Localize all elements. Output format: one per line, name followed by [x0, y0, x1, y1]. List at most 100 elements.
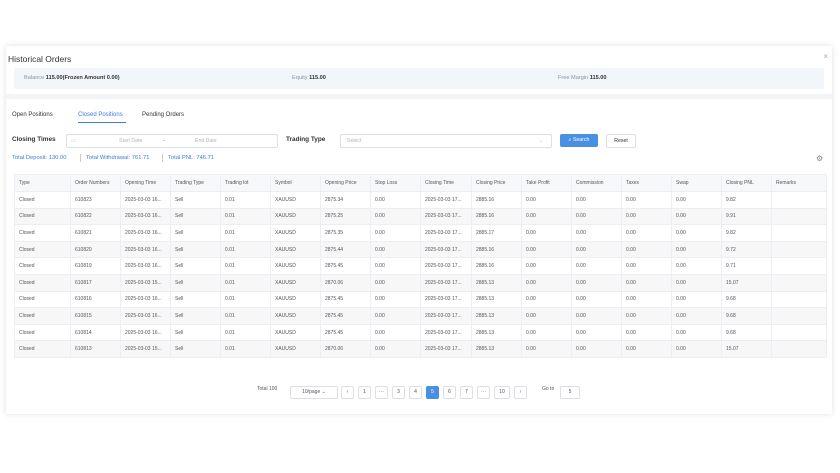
table-cell: 0.00 — [571, 290, 622, 309]
table-cell: 2875.45 — [320, 307, 371, 325]
column-header: Order Numbers — [70, 174, 121, 192]
table-cell: 610820 — [70, 240, 121, 259]
page-button[interactable]: 6 — [443, 386, 456, 399]
tab-closed-positions[interactable]: Closed Positions — [78, 112, 123, 118]
table-cell: 0.00 — [621, 323, 672, 342]
goto-page-input[interactable]: 5 — [560, 386, 580, 399]
table-cell: 0.00 — [571, 273, 622, 292]
trading-type-select[interactable]: Select ⌄ — [340, 134, 552, 148]
table-cell: 0.00 — [571, 257, 622, 275]
table-cell — [771, 340, 827, 358]
total-withdrawal: Total Withdrawal: 761.71 — [86, 155, 150, 161]
page-button[interactable]: 3 — [392, 386, 405, 399]
column-header: Closing Price — [471, 174, 522, 192]
page-ellipsis[interactable]: ··· — [375, 386, 388, 399]
search-button[interactable]: ⌕ Search — [560, 134, 598, 147]
goto-label: Go to — [542, 386, 555, 392]
gear-icon[interactable]: ⚙ — [816, 154, 823, 163]
table-row: Closed 610817 2025-03-03 15... Sell 0.01 XAUU… — [14, 273, 827, 292]
table-cell: 0.00 — [370, 273, 421, 292]
table-cell: 0.00 — [521, 257, 572, 275]
prev-page-button[interactable]: ‹ — [341, 386, 354, 399]
table-cell: 0.00 — [370, 191, 421, 209]
table-cell: 2875.45 — [320, 323, 371, 342]
table-cell: 0.01 — [220, 273, 271, 292]
table-cell: 2025-03-03 16... — [120, 307, 171, 325]
column-header: Commission — [571, 174, 622, 192]
table-cell: 0.00 — [571, 224, 622, 242]
table-cell: 610819 — [70, 257, 121, 275]
table-cell: 2025-03-03 17... — [420, 240, 472, 259]
column-header: Symbol — [270, 174, 321, 192]
table-cell — [771, 191, 827, 209]
page-ellipsis[interactable]: ··· — [477, 386, 490, 399]
table-cell: 9.68 — [721, 323, 772, 342]
page-button[interactable]: 4 — [409, 386, 422, 399]
chevron-down-icon: ⌄ — [321, 389, 326, 395]
table-cell: 9.68 — [721, 290, 772, 309]
table-cell: 0.00 — [571, 307, 622, 325]
table-cell: XAUUSD — [270, 240, 321, 259]
closing-date-range[interactable]: ▭ Start Date - End Date — [66, 134, 278, 148]
table-cell: 0.00 — [671, 191, 722, 209]
balance-summary: Balance 115.00(Frozen Amount 0.00) — [24, 75, 120, 81]
table-cell: 0.00 — [621, 240, 672, 259]
table-cell — [771, 323, 827, 342]
table-cell: 0.00 — [521, 290, 572, 309]
tab-open-positions[interactable]: Open Positions — [12, 112, 53, 118]
table-cell: 0.00 — [621, 257, 672, 275]
table-cell: 2025-03-03 17... — [420, 307, 472, 325]
page-button[interactable]: 7 — [460, 386, 473, 399]
reset-button[interactable]: Reset — [606, 134, 636, 148]
table-cell: 610813 — [70, 340, 121, 358]
end-date-input[interactable]: End Date — [195, 138, 217, 144]
table-cell: 0.00 — [671, 307, 722, 325]
table-cell: Closed — [14, 224, 71, 242]
page-button[interactable]: 10 — [494, 386, 510, 399]
table-cell: 610815 — [70, 307, 121, 325]
table-cell: 0.00 — [370, 257, 421, 275]
column-header: Trading Type — [170, 174, 221, 192]
next-page-button[interactable]: › — [514, 386, 527, 399]
table-cell: 0.00 — [571, 207, 622, 226]
table-cell: 2875.35 — [320, 224, 371, 242]
tab-pending-orders[interactable]: Pending Orders — [142, 112, 184, 118]
table-cell: 0.00 — [370, 290, 421, 309]
table-cell: 9.82 — [721, 224, 772, 242]
table-cell: 0.01 — [220, 207, 271, 226]
table-cell: Sell — [170, 340, 221, 358]
page-button[interactable]: 1 — [358, 386, 371, 399]
table-cell: 0.00 — [521, 323, 572, 342]
column-header: Swap — [671, 174, 722, 192]
table-cell: 9.91 — [721, 207, 772, 226]
table-cell: XAUUSD — [270, 307, 321, 325]
table-cell: Closed — [14, 273, 71, 292]
table-row: Closed 610815 2025-03-03 16... Sell 0.01 XAUU… — [14, 307, 827, 325]
table-cell: 2885.13 — [471, 323, 522, 342]
column-header: Stop Loss — [370, 174, 421, 192]
table-cell: Sell — [170, 191, 221, 209]
section-divider — [6, 94, 832, 99]
free-margin-label: Free Margin — [558, 75, 589, 81]
close-icon[interactable]: × — [823, 52, 828, 61]
table-cell: Closed — [14, 340, 71, 358]
start-date-input[interactable]: Start Date — [119, 138, 142, 144]
table-cell: 2025-03-03 17... — [420, 257, 472, 275]
table-cell: 0.00 — [621, 307, 672, 325]
table-cell: 2025-03-03 16... — [120, 191, 171, 209]
table-row: Closed 610814 2025-03-03 16... Sell 0.01 XAUU… — [14, 323, 827, 342]
table-cell: 0.01 — [220, 307, 271, 325]
table-cell: 0.01 — [220, 224, 271, 242]
table-cell: 2885.16 — [471, 207, 522, 226]
table-cell: 2025-03-03 16... — [120, 207, 171, 226]
page-button[interactable]: 5 — [426, 386, 439, 399]
historical-orders-dialog: Historical Orders × Balance 115.00(Froze… — [6, 46, 832, 414]
table-cell: 0.00 — [521, 273, 572, 292]
table-cell: 610817 — [70, 273, 121, 292]
table-cell: 0.00 — [521, 240, 572, 259]
table-cell: 0.00 — [370, 224, 421, 242]
table-cell: XAUUSD — [270, 207, 321, 226]
page-size-select[interactable]: 10/page ⌄ — [290, 386, 338, 399]
table-cell: 0.01 — [220, 323, 271, 342]
table-cell: Closed — [14, 191, 71, 209]
